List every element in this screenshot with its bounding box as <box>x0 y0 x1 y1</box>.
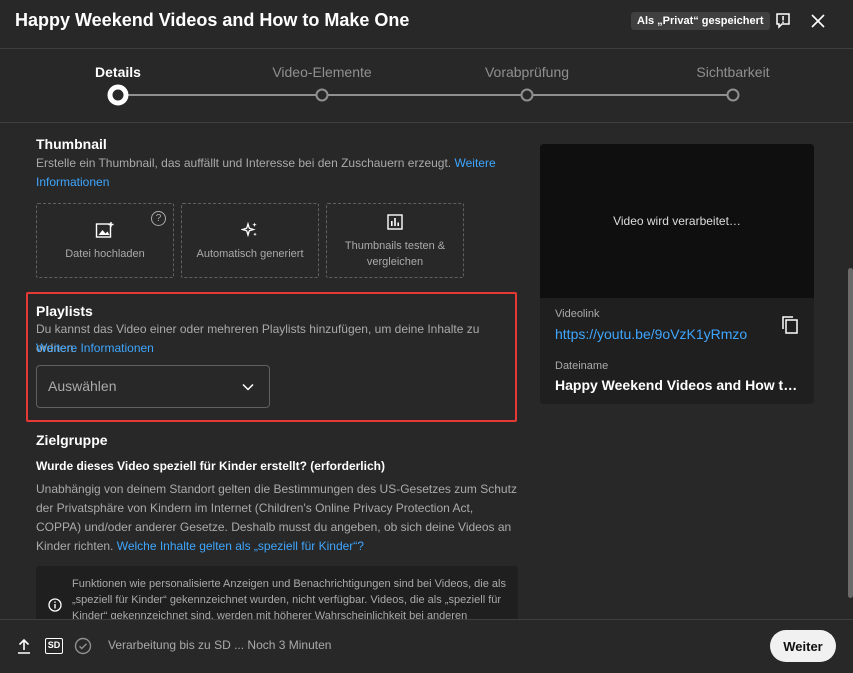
playlist-select-value: Auswählen <box>48 378 117 394</box>
test-thumbnails-button[interactable]: Thumbnails testen & vergleichen <box>326 203 464 278</box>
thumbnail-heading: Thumbnail <box>36 136 107 152</box>
dialog-footer: SD Verarbeitung bis zu SD ... Noch 3 Min… <box>0 619 853 673</box>
step-dot-details[interactable] <box>107 84 129 106</box>
step-dot-sichtbarkeit[interactable] <box>726 88 740 102</box>
copy-icon[interactable] <box>778 313 802 337</box>
video-preview-card: Video wird verarbeitet… Videolink https:… <box>540 144 814 404</box>
video-player[interactable]: Video wird verarbeitet… <box>540 144 814 298</box>
image-upload-icon <box>95 220 115 240</box>
sd-quality-icon: SD <box>42 634 66 658</box>
auto-generated-label: Automatisch generiert <box>196 247 304 260</box>
step-dot-vorabpruefung[interactable] <box>520 88 534 102</box>
tab-vorabpruefung[interactable]: Vorabprüfung <box>485 64 569 80</box>
sd-badge: SD <box>45 638 63 654</box>
step-dot-video-elemente[interactable] <box>315 88 329 102</box>
videolink-url[interactable]: https://youtu.be/9oVzK1yRmzo <box>555 326 747 342</box>
processing-text: Video wird verarbeitet… <box>613 214 741 228</box>
tab-sichtbarkeit[interactable]: Sichtbarkeit <box>696 64 769 80</box>
check-circle-icon <box>71 634 95 658</box>
dialog-title: Happy Weekend Videos and How to Make One <box>15 10 410 30</box>
stepper-line <box>118 94 733 96</box>
tab-video-elemente[interactable]: Video-Elemente <box>272 64 371 80</box>
processing-status-text: Verarbeitung bis zu SD ... Noch 3 Minute… <box>108 638 332 652</box>
audience-heading: Zielgruppe <box>36 432 108 448</box>
info-notice-text: Funktionen wie personalisierte Anzeigen … <box>72 578 506 619</box>
progress-stepper: Details Video-Elemente Vorabprüfung Sich… <box>0 49 853 122</box>
audience-description: Unabhängig von deinem Standort gelten di… <box>36 482 517 553</box>
upload-thumbnail-label: Datei hochladen <box>65 247 145 260</box>
chevron-down-icon <box>241 380 255 399</box>
upload-icon <box>12 634 36 658</box>
close-icon[interactable] <box>806 9 830 33</box>
next-button[interactable]: Weiter <box>770 630 836 662</box>
scrollbar-thumb[interactable] <box>848 268 853 598</box>
dialog-header: Happy Weekend Videos and How to Make One… <box>0 0 853 48</box>
tab-details[interactable]: Details <box>95 64 141 80</box>
thumbnail-description: Erstelle ein Thumbnail, das auffällt und… <box>36 156 496 189</box>
videolink-label: Videolink <box>555 308 600 320</box>
test-thumbnails-label: Thumbnails testen & vergleichen <box>344 239 446 268</box>
info-icon <box>48 598 62 617</box>
upload-thumbnail-button[interactable]: ? Datei hochladen <box>36 203 174 278</box>
filename-label: Dateiname <box>555 360 609 372</box>
saved-status-badge: Als „Privat“ gespeichert <box>631 12 770 30</box>
help-icon[interactable]: ? <box>151 211 166 226</box>
playlists-heading: Playlists <box>36 303 93 319</box>
info-notice: Funktionen wie personalisierte Anzeigen … <box>36 566 518 619</box>
details-form: Thumbnail Erstelle ein Thumbnail, das au… <box>0 123 853 619</box>
playlists-learn-more-link[interactable]: Weitere Informationen <box>36 339 154 358</box>
feedback-icon[interactable] <box>771 9 795 33</box>
sparkle-icon <box>241 220 259 240</box>
playlist-select[interactable]: Auswählen <box>36 365 270 408</box>
bar-chart-icon <box>387 212 403 232</box>
auto-generated-button[interactable]: Automatisch generiert <box>181 203 319 278</box>
made-for-kids-link[interactable]: Welche Inhalte gelten als „speziell für … <box>117 539 364 553</box>
filename-value: Happy Weekend Videos and How to Make One <box>555 377 805 393</box>
audience-question: Wurde dieses Video speziell für Kinder e… <box>36 459 385 473</box>
